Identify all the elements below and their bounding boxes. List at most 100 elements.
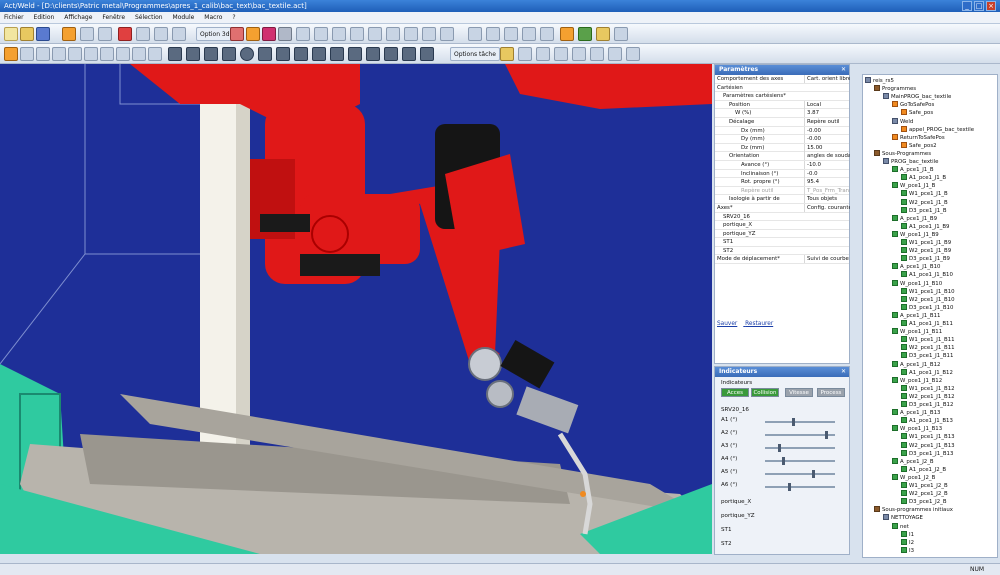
tree-node[interactable]: D3_pce1_J1_B11 — [901, 352, 953, 360]
grid-icon[interactable] — [440, 27, 454, 41]
view-side-icon[interactable] — [332, 27, 346, 41]
parameter-value[interactable]: 15.00 — [804, 143, 850, 152]
parameter-value[interactable]: Config. courante — [804, 203, 850, 212]
parameter-value[interactable]: T_Pos_Frm_Trans — [804, 186, 850, 195]
tree-node[interactable]: A_pce1_J1_B — [892, 166, 934, 174]
profile-icon[interactable] — [402, 47, 416, 61]
tree-node[interactable]: W1_pce1_J1_B9 — [901, 239, 951, 247]
sphere-icon[interactable] — [240, 47, 254, 61]
plate-icon[interactable] — [384, 47, 398, 61]
parameter-row[interactable]: Avance (°) -10.0 — [715, 160, 850, 170]
parameter-row[interactable]: portique_YZ — [715, 230, 849, 239]
parameter-row[interactable]: Paramètres cartésiens* — [715, 92, 849, 101]
tree-node[interactable]: D3_pce1_J1_B13 — [901, 449, 953, 458]
speed-indicator[interactable]: Vitesse — [785, 388, 813, 397]
parameter-row[interactable]: Rot. propre (°) 95.4 — [715, 178, 849, 187]
lasso-icon[interactable] — [20, 47, 34, 61]
approach-icon[interactable] — [572, 47, 586, 61]
ring-icon[interactable] — [366, 47, 380, 61]
parameter-value[interactable]: Local — [804, 100, 850, 109]
tree-node[interactable]: A_pce1_J1_B9 — [892, 214, 937, 223]
group-portique-x[interactable]: portique_X — [721, 499, 751, 505]
3d-viewport[interactable] — [0, 64, 712, 554]
tree-node[interactable]: W1_pce1_J1_B12 — [901, 384, 955, 393]
menu-affichage[interactable]: Affichage — [60, 12, 96, 24]
parameter-value[interactable]: angles de soudag — [804, 152, 850, 161]
view-top-icon[interactable] — [314, 27, 328, 41]
settings-icon[interactable] — [614, 27, 628, 41]
tree-node[interactable]: W_pce1_J2_B — [892, 473, 935, 482]
box-icon[interactable] — [186, 47, 200, 61]
axis-slider-thumb[interactable] — [825, 431, 829, 439]
undo-icon[interactable] — [84, 47, 98, 61]
tree-node[interactable]: D3_pce1_J1_B10 — [901, 303, 953, 312]
camera-icon[interactable] — [278, 27, 292, 41]
tree-node[interactable]: PROG_bac_textile — [883, 158, 938, 166]
group-portique-yz[interactable]: portique_YZ — [721, 513, 755, 519]
menu-selection[interactable]: Sélection — [131, 12, 167, 24]
path-icon[interactable] — [486, 27, 500, 41]
parameter-row[interactable]: Orientation angles de soudag — [715, 152, 850, 161]
view-front-icon[interactable] — [296, 27, 310, 41]
option-3d-button[interactable]: Option 3d — [196, 27, 234, 41]
tree-node[interactable]: I2 — [901, 538, 914, 547]
tree-node[interactable]: W2_pce1_J1_B10 — [901, 295, 955, 304]
parameter-row[interactable]: ST1 — [715, 238, 849, 247]
tree-icon[interactable] — [578, 27, 592, 41]
parameter-value[interactable]: -0.0 — [804, 169, 850, 178]
cylinder-icon[interactable] — [204, 47, 218, 61]
tree-node[interactable]: Safe_pos — [901, 109, 933, 117]
rotate-icon[interactable] — [98, 27, 112, 41]
parameter-value[interactable]: Suivi de courbe — [804, 255, 850, 264]
tube-icon[interactable] — [222, 47, 236, 61]
tree-node[interactable]: W_pce1_J1_B — [892, 182, 935, 190]
tree-node[interactable]: A1_pce1_J1_B10 — [901, 271, 953, 279]
tree-node[interactable]: A1_pce1_J1_B9 — [901, 222, 949, 231]
parameter-value[interactable]: 95.4 — [804, 178, 850, 187]
parameter-value[interactable]: -10.0 — [804, 160, 850, 169]
parameter-value[interactable]: Cart. orient libre ( — [804, 75, 850, 83]
parameter-row[interactable]: SRV20_16 — [715, 213, 849, 222]
parameter-row[interactable]: Isologie à partir de Tous objets — [715, 195, 849, 204]
axis-slider[interactable] — [765, 418, 835, 426]
tree-node[interactable]: GoToSafePos — [892, 101, 934, 109]
close-icon[interactable]: ✕ — [841, 367, 846, 377]
axis-slider[interactable] — [765, 444, 835, 452]
cube-icon[interactable] — [168, 47, 182, 61]
tree-node[interactable]: Weld — [892, 117, 913, 126]
parameter-row[interactable]: Repère outil T_Pos_Frm_Trans — [715, 186, 850, 196]
trajectory-icon[interactable] — [554, 47, 568, 61]
check-icon[interactable] — [608, 47, 622, 61]
weld-icon[interactable] — [500, 47, 514, 61]
tree-node[interactable]: D3_pce1_J1_B9 — [901, 255, 950, 263]
tree-node[interactable]: W2_pce1_J1_B11 — [901, 344, 955, 352]
tree-node[interactable]: Sous-Programmes — [874, 149, 931, 158]
retract-icon[interactable] — [590, 47, 604, 61]
parameter-value[interactable]: -0.00 — [804, 135, 850, 144]
home-icon[interactable] — [596, 27, 610, 41]
tree-node[interactable]: MainPROG_bac_textile — [883, 93, 951, 101]
snap-icon[interactable] — [132, 47, 146, 61]
cut-icon[interactable] — [68, 47, 82, 61]
group-st1[interactable]: ST1 — [721, 527, 732, 533]
prism-icon[interactable] — [330, 47, 344, 61]
save-icon[interactable] — [36, 27, 50, 41]
tree-node[interactable]: A1_pce1_J1_B12 — [901, 368, 953, 377]
extrude-icon[interactable] — [420, 47, 434, 61]
tree-node[interactable]: W1_pce1_J1_B11 — [901, 336, 955, 344]
move-icon[interactable] — [80, 27, 94, 41]
tree-node[interactable]: W1_pce1_J1_B13 — [901, 433, 955, 441]
axis-slider[interactable] — [765, 470, 835, 478]
tree-node[interactable]: A_pce1_J1_B12 — [892, 360, 940, 369]
tree-node[interactable]: D3_pce1_J1_B — [901, 206, 947, 215]
tree-node[interactable]: D3_pce1_J1_B12 — [901, 401, 953, 409]
axis-slider-thumb[interactable] — [811, 470, 815, 478]
tree-node[interactable]: W2_pce1_J1_B9 — [901, 247, 951, 255]
select-object-icon[interactable] — [4, 47, 18, 61]
connect-icon[interactable] — [136, 27, 150, 41]
tree-node[interactable]: reis_rs5 — [865, 77, 894, 85]
close-icon[interactable]: ✕ — [841, 65, 846, 75]
tree-node[interactable]: A1_pce1_J1_B11 — [901, 320, 953, 328]
axis-slider[interactable] — [765, 457, 835, 465]
tree-node[interactable]: W1_pce1_J2_B — [901, 482, 948, 490]
